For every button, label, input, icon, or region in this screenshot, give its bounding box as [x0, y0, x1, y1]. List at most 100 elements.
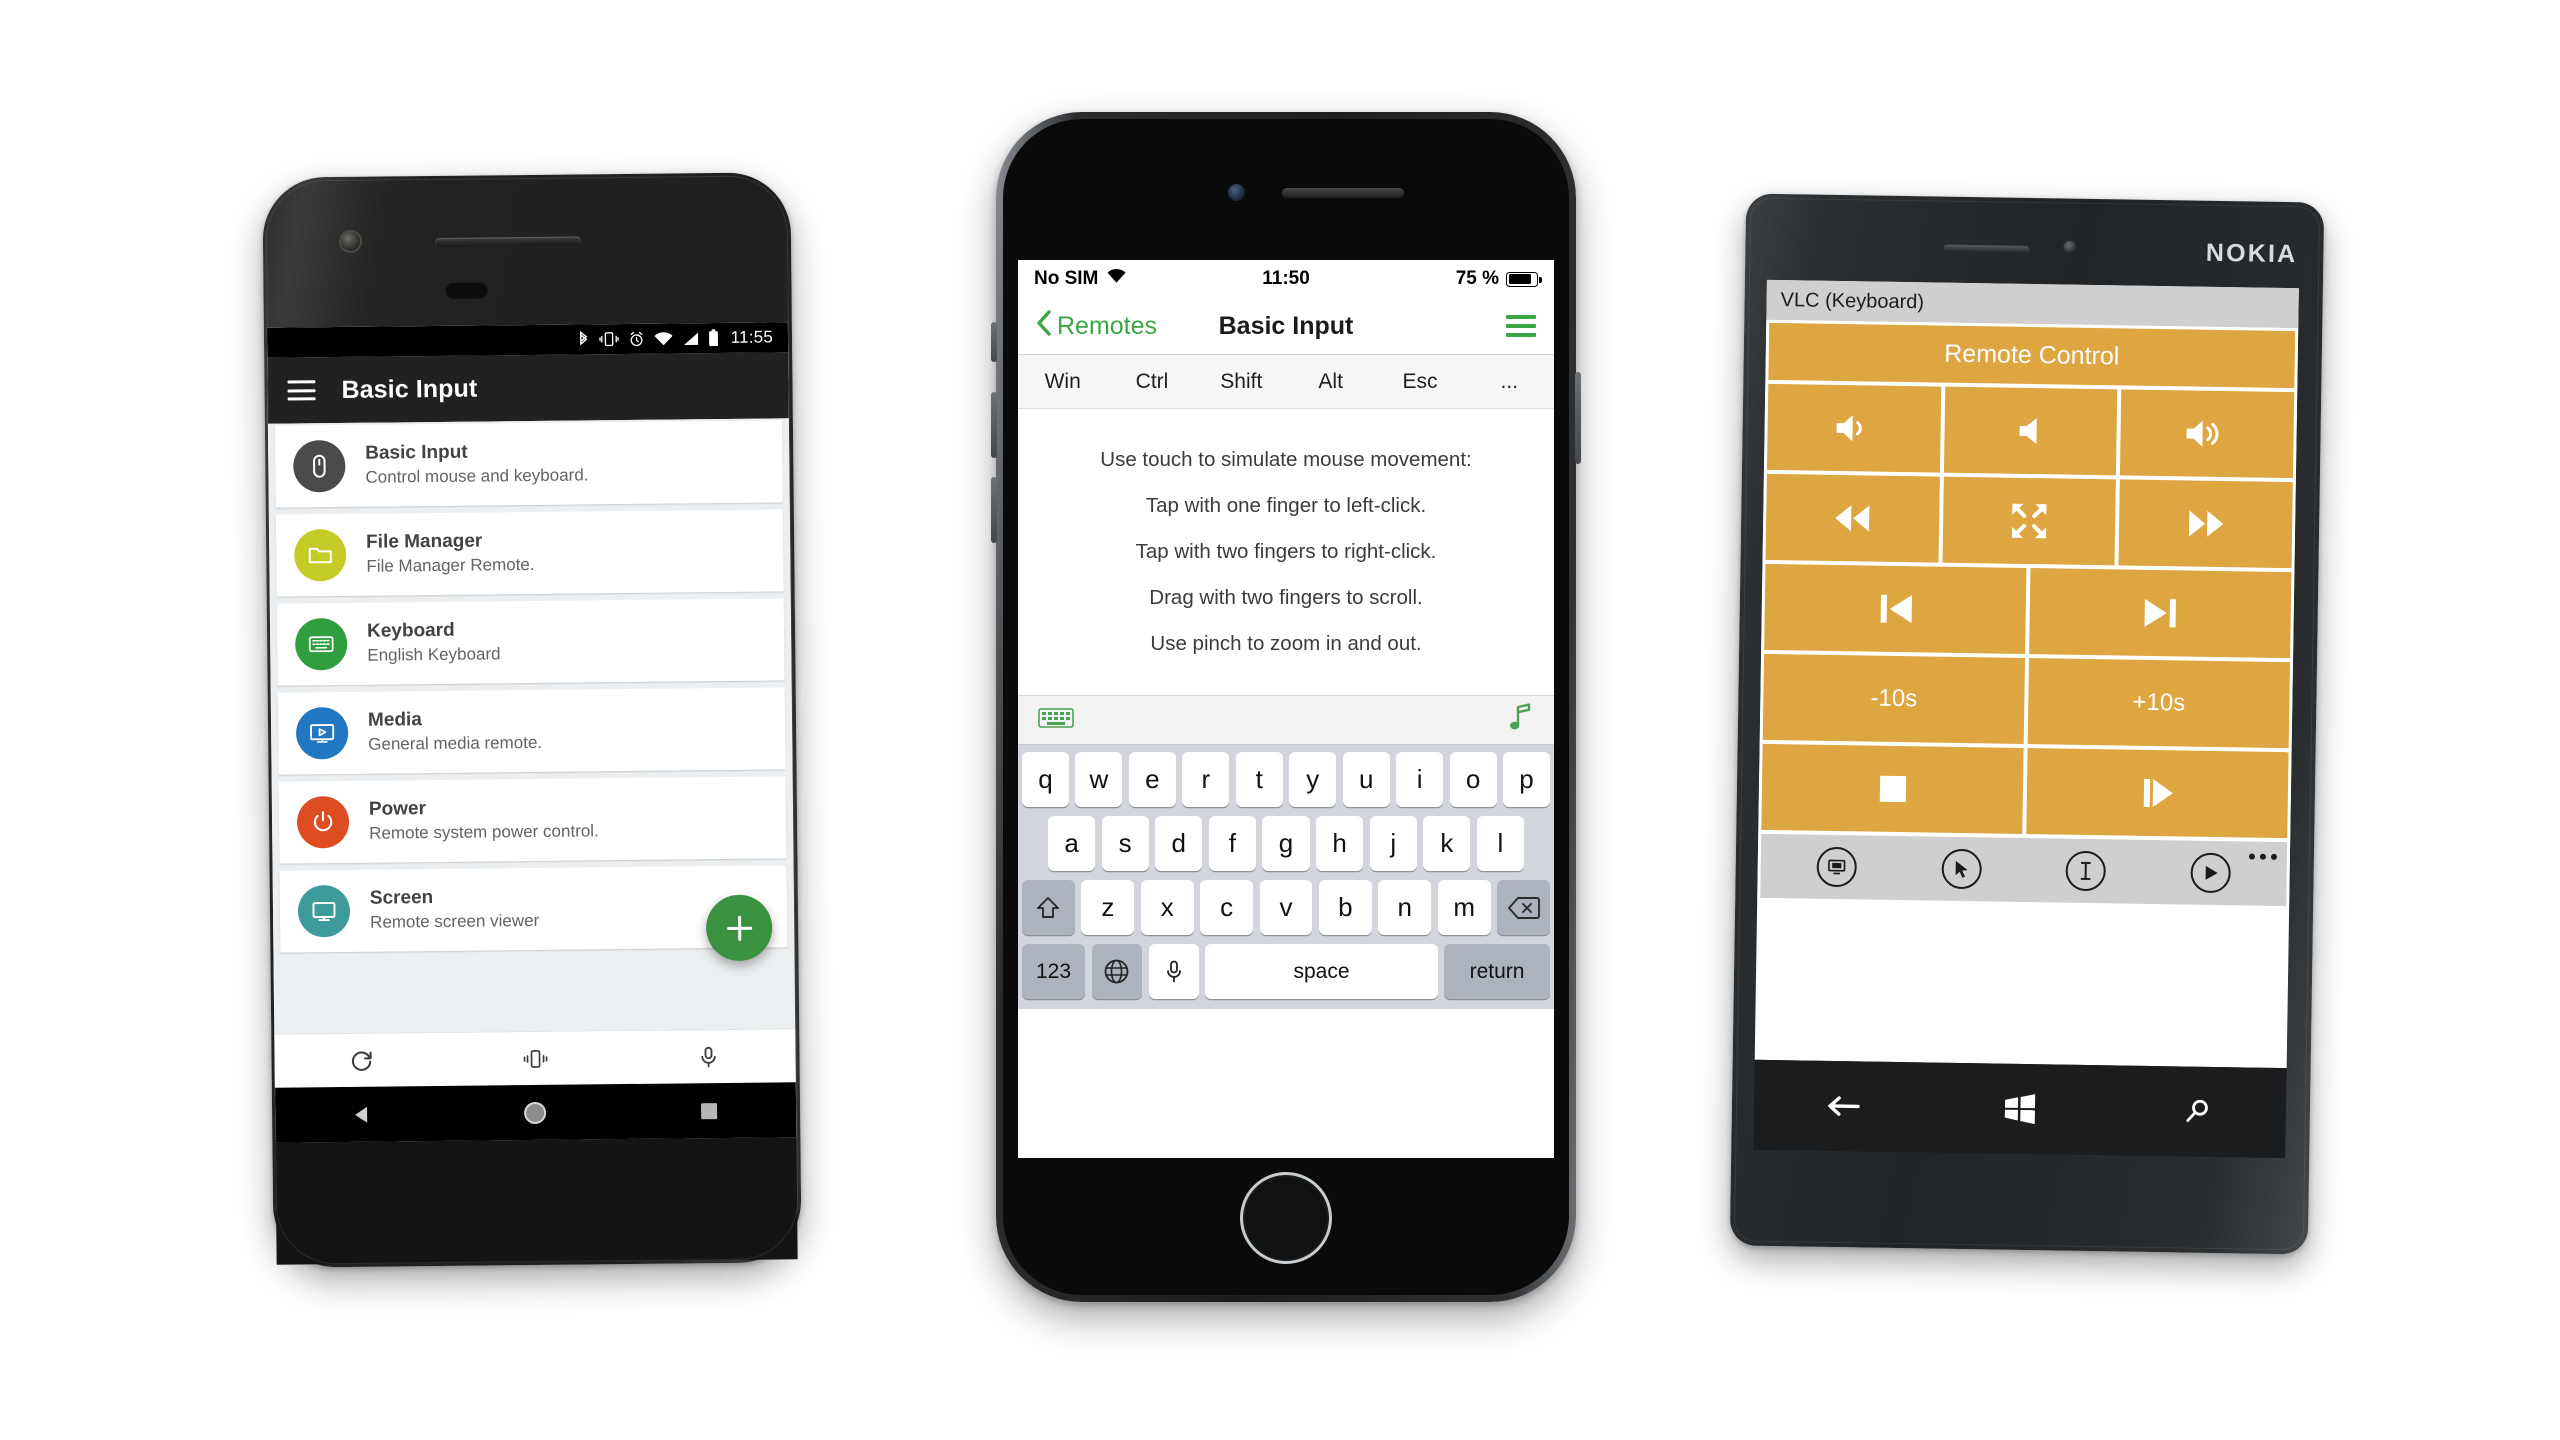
recents-square-icon[interactable]	[674, 1100, 744, 1121]
text-cursor-icon[interactable]	[2023, 850, 2148, 892]
numeric-key[interactable]: 123	[1022, 944, 1086, 999]
key-s[interactable]: s	[1101, 816, 1149, 871]
next-track-icon[interactable]	[2029, 568, 2292, 659]
key-y[interactable]: y	[1289, 752, 1337, 807]
list-item-subtitle: Control mouse and keyboard.	[365, 465, 589, 487]
touchpad-instructions[interactable]: Use touch to simulate mouse movement: Ta…	[1018, 409, 1554, 695]
key-g[interactable]: g	[1262, 816, 1310, 871]
list-item[interactable]: Power Remote system power control.	[278, 776, 787, 864]
modifier-key-shift[interactable]: Shift	[1197, 370, 1286, 394]
stop-icon[interactable]	[1761, 743, 2024, 834]
space-key[interactable]: space	[1205, 944, 1438, 999]
key-c[interactable]: c	[1200, 880, 1254, 935]
list-item[interactable]: Basic Input Control mouse and keyboard.	[274, 420, 783, 508]
play-icon[interactable]	[2026, 748, 2289, 839]
nokia-screen: VLC (Keyboard) Remote Control -10s +10s	[1754, 279, 2299, 1069]
microphone-icon[interactable]	[1148, 944, 1199, 999]
chevron-left-icon	[1036, 309, 1052, 343]
modifier-key-ctrl[interactable]: Ctrl	[1107, 370, 1196, 394]
key-h[interactable]: h	[1316, 816, 1364, 871]
iphone-volume-down-button	[991, 477, 997, 543]
key-q[interactable]: q	[1021, 752, 1069, 807]
modifier-key-more[interactable]: ...	[1465, 370, 1554, 394]
nokia-phone-device: NOKIA VLC (Keyboard) Remote Control -10s…	[1729, 193, 2325, 1255]
iphone-power-button	[1575, 372, 1581, 464]
vibrate-phone-icon[interactable]	[448, 1045, 622, 1073]
fullscreen-icon[interactable]	[1942, 476, 2117, 566]
rewind-icon[interactable]	[1765, 473, 1940, 563]
list-item[interactable]: File Manager File Manager Remote.	[275, 509, 784, 597]
hamburger-menu-icon[interactable]	[287, 380, 316, 401]
globe-icon[interactable]	[1091, 944, 1143, 999]
key-i[interactable]: i	[1396, 752, 1444, 807]
backspace-icon[interactable]	[1497, 880, 1551, 935]
list-item-title: Screen	[369, 887, 434, 909]
key-u[interactable]: u	[1342, 752, 1390, 807]
seek-back-10s-button[interactable]: -10s	[1762, 653, 2026, 744]
return-key[interactable]: return	[1444, 944, 1550, 999]
mouse-icon	[293, 439, 346, 493]
windows-logo-icon[interactable]	[1975, 1093, 2065, 1125]
seek-forward-10s-button[interactable]: +10s	[2027, 658, 2291, 749]
earpiece-speaker	[434, 236, 582, 247]
modifier-key-win[interactable]: Win	[1018, 370, 1107, 394]
volume-down-icon[interactable]	[1766, 383, 1941, 473]
modifier-key-esc[interactable]: Esc	[1375, 370, 1464, 394]
key-r[interactable]: r	[1182, 752, 1230, 807]
keyboard-icon	[294, 617, 348, 671]
key-n[interactable]: n	[1378, 880, 1432, 935]
key-j[interactable]: j	[1369, 816, 1417, 871]
proximity-sensor	[445, 282, 488, 299]
modifier-key-alt[interactable]: Alt	[1286, 370, 1375, 394]
home-button[interactable]	[1240, 1172, 1332, 1264]
instruction-line: Use touch to simulate mouse movement:	[1100, 448, 1472, 471]
keyboard-icon[interactable]	[1038, 705, 1074, 736]
key-m[interactable]: m	[1437, 880, 1491, 935]
page-title: Basic Input	[341, 374, 478, 404]
key-f[interactable]: f	[1208, 816, 1256, 871]
cursor-arrow-icon[interactable]	[1899, 848, 2024, 890]
key-b[interactable]: b	[1318, 880, 1372, 935]
key-v[interactable]: v	[1259, 880, 1313, 935]
list-item[interactable]: Media General media remote.	[277, 687, 786, 775]
home-circle-icon[interactable]	[500, 1099, 570, 1126]
monitor-icon[interactable]	[1774, 846, 1899, 888]
key-t[interactable]: t	[1235, 752, 1283, 807]
key-d[interactable]: d	[1155, 816, 1203, 871]
music-note-icon[interactable]	[1508, 702, 1534, 738]
microphone-icon[interactable]	[622, 1043, 796, 1071]
key-o[interactable]: o	[1449, 752, 1497, 807]
back-triangle-icon[interactable]	[327, 1103, 397, 1126]
key-k[interactable]: k	[1423, 816, 1471, 871]
key-e[interactable]: e	[1128, 752, 1176, 807]
back-button[interactable]: Remotes	[1036, 309, 1157, 343]
ios-keyboard: q w e r t y u i o p a s d f g h j k l z …	[1018, 745, 1554, 1009]
remote-control-header[interactable]: Remote Control	[1768, 322, 2296, 389]
hamburger-menu-icon[interactable]	[1506, 315, 1536, 337]
power-icon	[296, 795, 350, 849]
key-a[interactable]: a	[1048, 816, 1096, 871]
key-w[interactable]: w	[1075, 752, 1123, 807]
monitor-icon	[297, 884, 351, 938]
volume-mute-icon[interactable]	[1943, 386, 2118, 476]
shift-arrow-icon[interactable]	[1022, 880, 1075, 935]
list-item[interactable]: Keyboard English Keyboard	[276, 598, 785, 686]
add-remote-fab[interactable]	[705, 894, 773, 962]
more-dots-icon[interactable]	[2248, 853, 2277, 860]
key-z[interactable]: z	[1081, 880, 1135, 935]
key-x[interactable]: x	[1140, 880, 1194, 935]
previous-track-icon[interactable]	[1764, 563, 2027, 654]
android-remotes-list: Basic Input Control mouse and keyboard. …	[267, 418, 795, 984]
fast-forward-icon[interactable]	[2118, 479, 2293, 569]
iphone-mute-switch	[991, 322, 997, 362]
media-screen-icon	[295, 706, 349, 760]
signal-icon	[682, 331, 699, 346]
list-item-title: Power	[368, 798, 427, 820]
back-arrow-icon[interactable]	[1797, 1092, 1887, 1119]
key-l[interactable]: l	[1476, 816, 1524, 871]
search-icon[interactable]	[2152, 1097, 2242, 1126]
key-p[interactable]: p	[1503, 752, 1551, 807]
android-phone-device: 11:55 Basic Input Basic Input Control mo…	[262, 172, 802, 1268]
refresh-icon[interactable]	[274, 1046, 448, 1074]
volume-up-icon[interactable]	[2120, 389, 2295, 479]
